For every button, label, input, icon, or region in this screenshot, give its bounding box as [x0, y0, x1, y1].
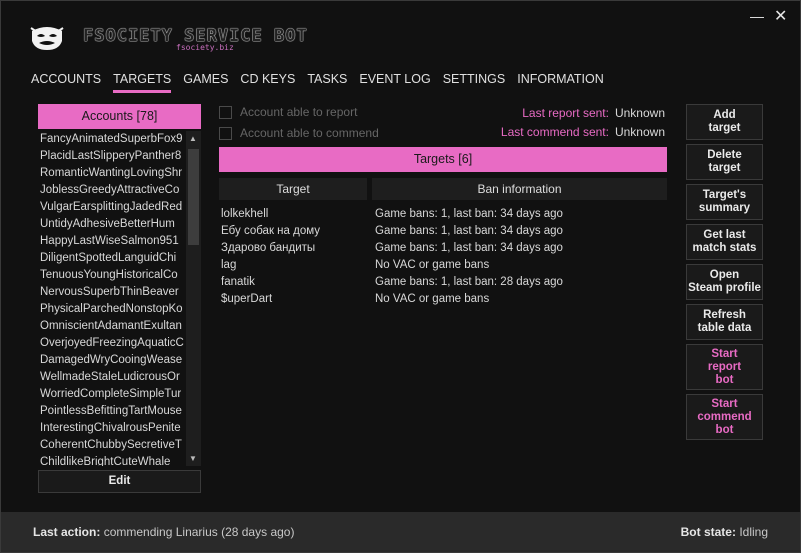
tab-tasks[interactable]: TASKS — [307, 72, 347, 90]
main-window: — ✕ FSOCIETY SERVICE BOT fsociety.biz AC… — [0, 0, 801, 553]
target-name-cell: lag — [221, 259, 237, 271]
target-name-cell: fanatik — [221, 276, 255, 288]
account-list-item[interactable]: PhysicalParchedNonstopKo — [38, 301, 185, 318]
status-footer: Last action: commending Linarius (28 day… — [1, 512, 800, 552]
tab-cd-keys[interactable]: CD KEYS — [240, 72, 295, 90]
targets-table: lolkekhell Game bans: 1, last ban: 34 day… — [219, 206, 667, 308]
open-steam-profile-button[interactable]: Open Steam profile — [686, 264, 763, 300]
last-report-label: Last report sent: — [522, 106, 609, 120]
start-report-bot-button[interactable]: Start report bot — [686, 344, 763, 390]
accounts-scrollbar[interactable]: ▲ ▼ — [186, 131, 201, 466]
account-list-item[interactable]: FancyAnimatedSuperbFox9 — [38, 131, 185, 148]
column-header-ban-info[interactable]: Ban information — [372, 178, 667, 200]
account-list-item[interactable]: DiligentSpottedLanguidChi — [38, 250, 185, 267]
ban-info-cell: Game bans: 1, last ban: 28 days ago — [375, 276, 563, 288]
target-summary-button[interactable]: Target's summary — [686, 184, 763, 220]
main-tabs: ACCOUNTS TARGETS GAMES CD KEYS TASKS EVENT LO… — [31, 72, 616, 93]
tab-games[interactable]: GAMES — [183, 72, 228, 90]
account-list-item[interactable]: InterestingChivalrousPenite — [38, 420, 185, 437]
tab-targets[interactable]: TARGETS — [113, 72, 172, 93]
tab-settings[interactable]: SETTINGS — [443, 72, 506, 90]
tab-event-log[interactable]: EVENT LOG — [359, 72, 430, 90]
ban-info-cell: Game bans: 1, last ban: 34 days ago — [375, 225, 563, 237]
account-list-item[interactable]: WorriedCompleteSimpleTur — [38, 386, 185, 403]
commend-checkbox[interactable] — [219, 126, 232, 140]
table-row[interactable]: lag No VAC or game bans — [219, 257, 667, 274]
ban-info-cell: Game bans: 1, last ban: 34 days ago — [375, 208, 563, 220]
get-last-match-stats-button[interactable]: Get last match stats — [686, 224, 763, 260]
account-list-item[interactable]: WellmadeStaleLudicrousOr — [38, 369, 185, 386]
account-list-item[interactable]: PointlessBefittingTartMouse — [38, 403, 185, 420]
app-subtitle: fsociety.biz — [176, 43, 234, 52]
table-row[interactable]: $uperDart No VAC or game bans — [219, 291, 667, 308]
table-row[interactable]: Здарово бандиты Game bans: 1, last ban: 3… — [219, 240, 667, 257]
fsociety-mask-logo — [30, 27, 64, 50]
report-checkbox-row[interactable]: Account able to report — [219, 105, 357, 119]
last-action-status: Last action: commending Linarius (28 day… — [33, 525, 294, 539]
accounts-panel: Accounts [78] FancyAnimatedSuperbFox9 Pla… — [38, 104, 201, 466]
start-commend-bot-button[interactable]: Start commend bot — [686, 394, 763, 440]
account-list-item[interactable]: PlacidLastSlipperyPanther8 — [38, 148, 185, 165]
report-checkbox-label: Account able to report — [240, 105, 358, 119]
ban-info-cell: No VAC or game bans — [375, 293, 490, 305]
commend-checkbox-row[interactable]: Account able to commend — [219, 126, 379, 140]
scroll-up-arrow-icon[interactable]: ▲ — [189, 134, 197, 143]
account-list-item[interactable]: NervousSuperbThinBeaver — [38, 284, 185, 301]
action-buttons: Add target Delete target Target's summary G… — [686, 104, 763, 444]
refresh-table-data-button[interactable]: Refresh table data — [686, 304, 763, 340]
delete-target-button[interactable]: Delete target — [686, 144, 763, 180]
table-row[interactable]: fanatik Game bans: 1, last ban: 28 days a… — [219, 274, 667, 291]
scroll-down-arrow-icon[interactable]: ▼ — [189, 454, 197, 463]
last-commend-value: Unknown — [614, 125, 665, 139]
table-row[interactable]: lolkekhell Game bans: 1, last ban: 34 day… — [219, 206, 667, 223]
tab-accounts[interactable]: ACCOUNTS — [31, 72, 101, 90]
commend-checkbox-label: Account able to commend — [240, 126, 379, 140]
add-target-button[interactable]: Add target — [686, 104, 763, 140]
last-report-value: Unknown — [614, 106, 665, 120]
bot-state-status: Bot state: Idling — [681, 525, 768, 539]
targets-header: Targets [6] — [219, 147, 667, 172]
ban-info-cell: Game bans: 1, last ban: 34 days ago — [375, 242, 563, 254]
tab-information[interactable]: INFORMATION — [517, 72, 604, 90]
target-name-cell: Здарово бандиты — [221, 242, 316, 254]
last-commend-label: Last commend sent: — [500, 125, 609, 139]
accounts-header: Accounts [78] — [38, 104, 201, 129]
table-row[interactable]: Ебу собак на дому Game bans: 1, last ban:… — [219, 223, 667, 240]
edit-accounts-button[interactable]: Edit — [38, 470, 201, 493]
scroll-thumb[interactable] — [188, 149, 199, 245]
account-list-item[interactable]: RomanticWantingLovingShr — [38, 165, 185, 182]
bot-state-label: Bot state: — [680, 525, 736, 539]
minimize-button[interactable]: — — [750, 8, 764, 24]
close-button[interactable]: ✕ — [774, 6, 787, 26]
account-list-item[interactable]: OverjoyedFreezingAquaticC — [38, 335, 185, 352]
account-list-item[interactable]: TenuousYoungHistoricalCo — [38, 267, 185, 284]
bot-state-value: Idling — [739, 525, 768, 539]
account-list-item[interactable]: JoblessGreedyAttractiveCo — [38, 182, 185, 199]
last-action-label: Last action: — [33, 525, 101, 539]
target-name-cell: lolkekhell — [221, 208, 269, 220]
ban-info-cell: No VAC or game bans — [375, 259, 490, 271]
account-list-item[interactable]: ChildlikeBrightCuteWhale — [38, 454, 185, 466]
account-list-item[interactable]: VulgarEarsplittingJadedRed — [38, 199, 185, 216]
last-commend-status: Last commend sent: Unknown — [501, 125, 665, 139]
account-list-item[interactable]: CoherentChubbySecretiveT — [38, 437, 185, 454]
accounts-list[interactable]: FancyAnimatedSuperbFox9 PlacidLastSlipper… — [38, 131, 185, 466]
target-name-cell: Ебу собак на дому — [221, 225, 321, 237]
last-report-status: Last report sent: Unknown — [522, 106, 665, 120]
column-header-target[interactable]: Target — [219, 178, 367, 200]
report-checkbox[interactable] — [219, 105, 232, 119]
account-list-item[interactable]: UntidyAdhesiveBetterHum — [38, 216, 185, 233]
account-list-item[interactable]: DamagedWryCooingWease — [38, 352, 185, 369]
account-list-item[interactable]: OmniscientAdamantExultan — [38, 318, 185, 335]
account-list-item[interactable]: HappyLastWiseSalmon951 — [38, 233, 185, 250]
target-name-cell: $uperDart — [221, 293, 273, 305]
last-action-value: commending Linarius (28 days ago) — [103, 525, 295, 539]
